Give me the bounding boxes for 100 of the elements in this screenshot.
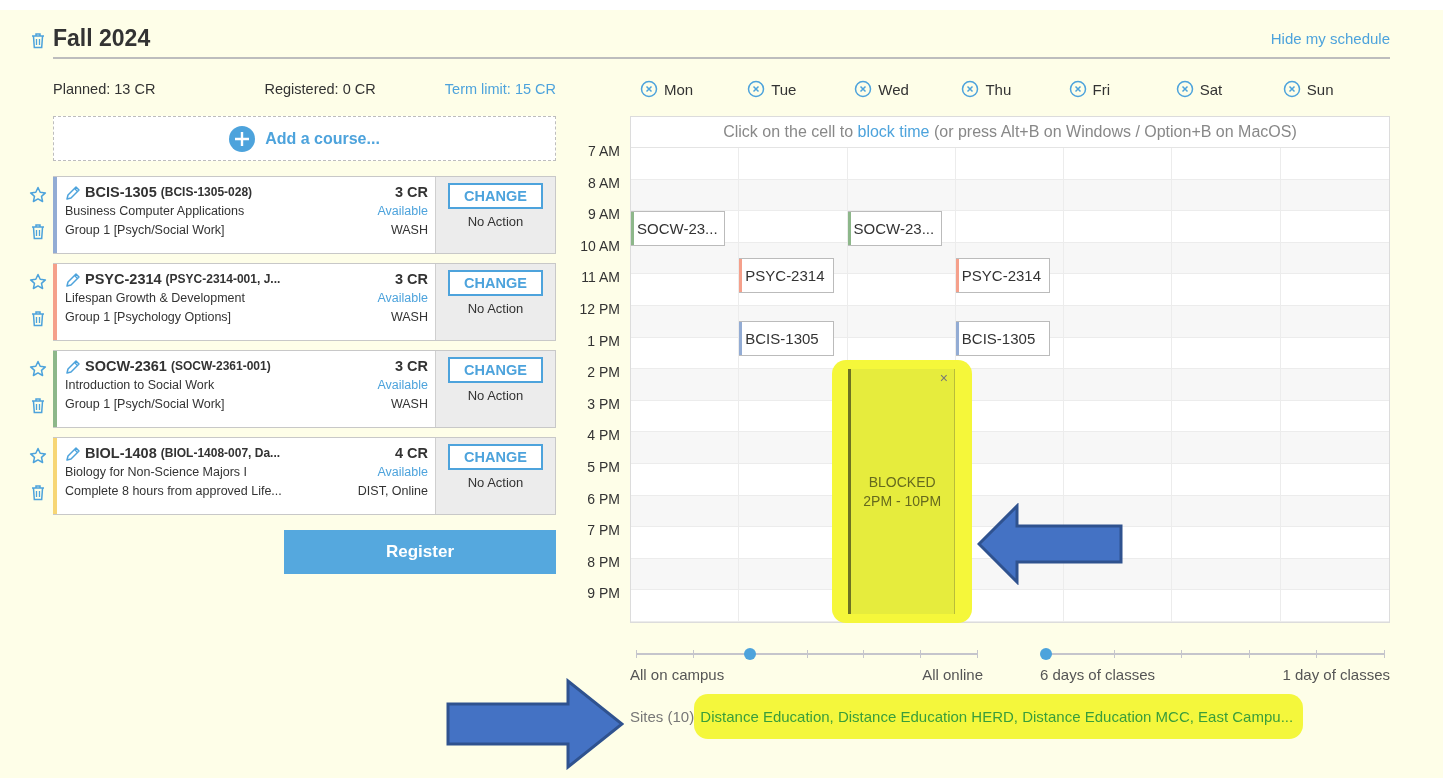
course-title: Biology for Non-Science Majors I [65,464,249,481]
slider-max-label: 1 day of classes [1282,665,1390,684]
remove-day-icon[interactable] [640,80,658,98]
availability-status: Available [376,464,428,481]
availability-status: Available [377,203,428,220]
star-icon[interactable] [28,186,47,204]
change-button[interactable]: CHANGE [448,270,543,296]
section-code: (PSYC-2314-001, J... [165,271,281,288]
day-name: Sat [1199,80,1223,98]
remove-day-icon[interactable] [1175,80,1194,98]
close-button[interactable]: × [939,369,948,389]
hour-label: 10 AM [579,238,620,256]
add-course-label: Add a course... [265,129,380,148]
class-event[interactable]: BCIS-1305 [955,321,1051,357]
trash-icon[interactable] [30,311,45,327]
trash-icon[interactable] [30,398,45,414]
slider-min-label: 6 days of classes [1040,665,1156,684]
availability-status: Available [377,377,428,394]
remove-day-icon[interactable] [1282,80,1301,98]
course-title: Business Computer Applications [65,203,246,220]
class-event[interactable]: PSYC-2314 [955,258,1051,294]
slider-thumb[interactable] [743,647,756,660]
hour-label: 7 AM [587,144,620,161]
plus-icon [229,125,256,152]
class-event[interactable]: SOCW-23... [847,211,942,247]
day-name: Tue [771,80,797,98]
star-icon[interactable] [28,273,47,291]
pencil-icon[interactable] [65,184,81,201]
slider-max-label: All online [922,665,983,684]
hour-label: 1 PM [586,333,620,351]
register-button[interactable]: Register [284,530,556,574]
change-button[interactable]: CHANGE [448,357,543,383]
event-label: SOCW-23... [852,219,935,240]
hour-label: 2 PM [586,365,620,383]
course-title: Introduction to Social Work [65,377,216,394]
hour-label: 12 PM [578,301,620,319]
credits: 3 CR [393,270,428,289]
action-status: No Action [467,214,524,229]
availability-status: Available [377,290,428,307]
action-status: No Action [467,301,524,316]
pencil-icon[interactable] [65,445,81,462]
registered-credits: Registered: 0 CR [264,80,376,99]
campus-location: DIST, Online [357,483,428,500]
event-label: BCIS-1305 [744,329,819,350]
day-name: Wed [878,80,909,98]
star-icon[interactable] [28,360,47,378]
event-label: BCIS-1305 [960,329,1036,350]
blocked-label: BLOCKED [868,472,936,492]
hide-schedule-link[interactable]: Hide my schedule [1270,29,1390,47]
blocked-time-block[interactable]: × BLOCKED 2PM - 10PM [847,369,955,614]
pencil-icon[interactable] [65,271,81,288]
section-code: (BIOL-1408-007, Da... [160,445,281,462]
change-button[interactable]: CHANGE [448,444,543,470]
day-name: Fri [1092,80,1111,98]
block-time-link[interactable]: block time [857,123,930,140]
hour-label: 5 PM [586,459,620,477]
day-name: Sun [1306,80,1334,98]
term-limit-link[interactable]: Term limit: 15 CR [444,79,556,99]
credits: 3 CR [393,183,428,202]
class-event[interactable]: PSYC-2314 [739,258,834,294]
star-icon[interactable] [28,447,47,465]
event-label: PSYC-2314 [744,266,825,287]
blocked-range: 2PM - 10PM [863,491,942,511]
course-code: BCIS-1305 [85,183,157,202]
change-button[interactable]: CHANGE [448,183,543,209]
section-code: (SOCW-2361-001) [170,358,271,375]
class-event[interactable]: SOCW-23... [631,211,726,247]
remove-day-icon[interactable] [961,80,980,98]
hour-label: 8 PM [586,554,620,572]
remove-day-icon[interactable] [854,80,873,98]
slider-thumb[interactable] [1040,647,1052,660]
trash-icon[interactable] [30,33,45,49]
day-name: Mon [664,80,694,98]
hour-label: 3 PM [586,396,620,414]
remove-day-icon[interactable] [747,80,766,98]
pencil-icon[interactable] [65,358,81,375]
sites-list-link[interactable]: Distance Education, Distance Education HERD, Distance Education MCC, East Campu... [694,693,1304,739]
action-status: No Action [467,388,524,403]
slider-min-label: All on campus [630,665,725,684]
action-status: No Action [467,475,524,490]
add-course-button[interactable]: Add a course... [53,116,556,161]
course-code: BIOL-1408 [85,444,157,463]
trash-icon[interactable] [30,485,45,501]
course-code: PSYC-2314 [85,270,162,289]
campus-location: WASH [389,309,428,326]
section-code: (BCIS-1305-028) [160,184,253,201]
planned-credits: Planned: 13 CR [53,80,156,99]
trash-icon[interactable] [30,224,45,240]
course-code: SOCW-2361 [85,357,167,376]
hour-label: 9 AM [587,207,620,225]
hour-label: 6 PM [586,491,620,509]
requirement-text: Group 1 [Psych/Social Work] [65,222,226,239]
requirement-text: Complete 8 hours from approved Life... [65,483,282,500]
class-event[interactable]: BCIS-1305 [739,321,834,357]
remove-day-icon[interactable] [1068,80,1087,98]
credits: 4 CR [393,444,428,463]
campus-location: WASH [389,396,428,413]
hour-label: 4 PM [586,428,620,446]
hour-label: 9 PM [586,586,620,604]
event-label: PSYC-2314 [960,266,1042,287]
